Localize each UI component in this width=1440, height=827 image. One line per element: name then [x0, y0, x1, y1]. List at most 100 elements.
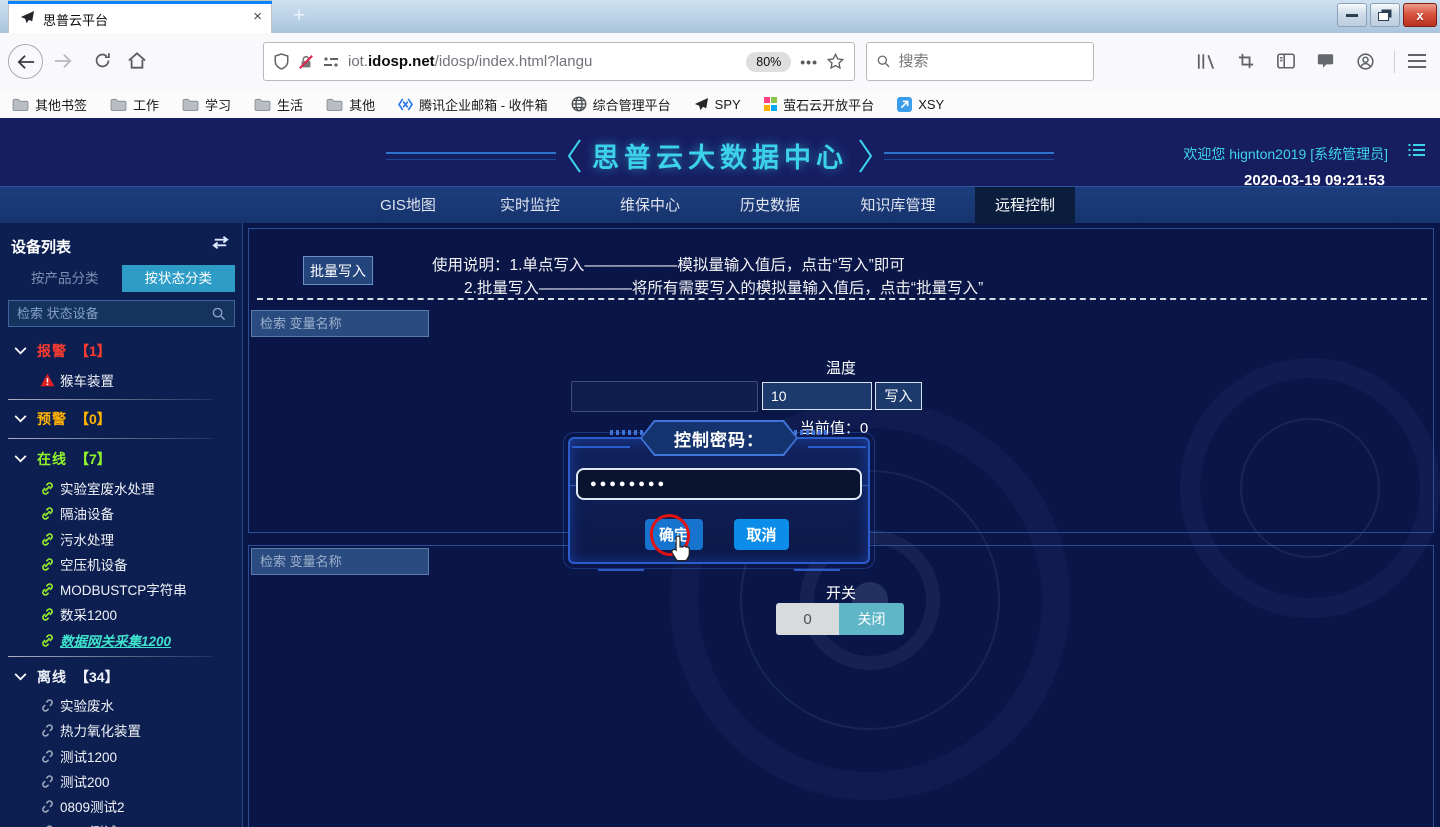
- minimize-button[interactable]: [1337, 3, 1367, 27]
- bookmark-star-icon[interactable]: [827, 53, 844, 70]
- group-warning[interactable]: 预警 【0】: [0, 409, 243, 429]
- switch-close-button[interactable]: 关闭: [839, 603, 904, 635]
- device-item-online[interactable]: 隔油设备: [0, 503, 243, 523]
- bookmark-folder-work[interactable]: 工作: [110, 95, 159, 114]
- url-text[interactable]: iot.idosp.net/idosp/index.html?langu: [348, 53, 737, 70]
- temperature-value-input[interactable]: [762, 382, 872, 410]
- chevron-down-icon: [14, 455, 27, 463]
- folder-icon: [110, 98, 127, 111]
- chevron-down-icon: [14, 347, 27, 355]
- device-item-offline[interactable]: 0909测试: [0, 821, 243, 827]
- nav-tab-gis[interactable]: GIS地图: [363, 187, 453, 224]
- tab-by-product[interactable]: 按产品分类: [8, 265, 122, 292]
- insecure-lock-icon[interactable]: [298, 54, 314, 70]
- nav-tab-knowledge[interactable]: 知识库管理: [845, 187, 951, 224]
- device-item-online[interactable]: MODBUSTCP字符串: [0, 579, 243, 599]
- nav-tab-realtime[interactable]: 实时监控: [485, 187, 575, 224]
- forward-button[interactable]: [54, 53, 72, 69]
- toolbar-divider: [1394, 51, 1395, 73]
- collapse-swap-icon[interactable]: [211, 235, 230, 255]
- group-alarm[interactable]: 报警 【1】: [0, 341, 243, 361]
- nav-tab-history[interactable]: 历史数据: [725, 187, 815, 224]
- home-button[interactable]: [128, 52, 146, 69]
- tab-by-status[interactable]: 按状态分类: [122, 265, 236, 292]
- restore-button[interactable]: [1370, 3, 1400, 27]
- device-item-online[interactable]: 数采1200: [0, 604, 243, 624]
- iot-page: 思普云大数据中心 欢迎您 hignton2019 [系统管理员] 2020-03…: [0, 118, 1440, 827]
- bookmark-xsy[interactable]: XSY: [897, 97, 944, 112]
- window-titlebar: 思普云平台 × + x: [0, 0, 1440, 33]
- new-tab-button[interactable]: +: [286, 2, 312, 30]
- variable-search-box[interactable]: [251, 548, 429, 575]
- messages-button[interactable]: [1317, 53, 1334, 74]
- active-tab-stripe: [8, 1, 272, 4]
- instructions-line2: 2.批量写入——————将所有需要写入的模拟量输入值后，点击“批量写入”: [464, 276, 983, 298]
- device-item-offline[interactable]: 实验废水: [0, 695, 243, 715]
- page-actions-icon[interactable]: •••: [800, 54, 818, 70]
- group-offline[interactable]: 离线 【34】: [0, 667, 243, 687]
- device-search-input[interactable]: [17, 306, 212, 321]
- modal-bottom-accent: [598, 569, 644, 571]
- device-item-online[interactable]: 污水处理: [0, 529, 243, 549]
- bookmark-folder-study[interactable]: 学习: [182, 95, 231, 114]
- nav-tab-remote-control[interactable]: 远程控制: [975, 187, 1075, 224]
- device-item-online[interactable]: 空压机设备: [0, 554, 243, 574]
- shield-icon[interactable]: [274, 53, 289, 70]
- bookmark-folder-misc[interactable]: 其他: [326, 95, 375, 114]
- menu-button[interactable]: [1408, 54, 1426, 68]
- link-icon: [40, 633, 56, 648]
- folder-icon: [12, 98, 29, 111]
- bookmark-folder-life[interactable]: 生活: [254, 95, 303, 114]
- switch-value: 0: [776, 603, 839, 635]
- variable-search-input[interactable]: [260, 316, 420, 331]
- folder-icon: [326, 98, 343, 111]
- modal-body: [568, 437, 870, 564]
- variable-search-box[interactable]: [251, 310, 429, 337]
- screenshot-button[interactable]: [1238, 53, 1254, 74]
- variable-name-field[interactable]: [571, 381, 758, 412]
- browser-search-bar[interactable]: [866, 42, 1094, 81]
- library-button[interactable]: [1197, 53, 1215, 75]
- back-icon: [17, 54, 35, 70]
- device-search-box[interactable]: [8, 300, 235, 327]
- device-item-online-selected[interactable]: 数据网关采集1200: [0, 630, 243, 650]
- sidebar-icon: [1277, 53, 1295, 69]
- url-bar[interactable]: iot.idosp.net/idosp/index.html?langu 80%…: [263, 42, 855, 81]
- bookmark-tencent-mail[interactable]: 腾讯企业邮箱 - 收件箱: [398, 95, 548, 114]
- account-icon: [1357, 53, 1374, 70]
- group-online[interactable]: 在线 【7】: [0, 449, 243, 469]
- reload-button[interactable]: [94, 52, 111, 69]
- batch-write-button[interactable]: 批量写入: [303, 256, 373, 285]
- device-item-online[interactable]: 实验室废水处理: [0, 478, 243, 498]
- tab-close-icon[interactable]: ×: [253, 8, 262, 25]
- bookmark-folder-other[interactable]: 其他书签: [12, 95, 87, 114]
- variable-search-input[interactable]: [260, 554, 420, 569]
- back-button[interactable]: [8, 44, 43, 79]
- device-item-offline[interactable]: 热力氧化装置: [0, 720, 243, 740]
- cancel-button[interactable]: 取消: [734, 519, 789, 550]
- nav-tab-maintenance[interactable]: 维保中心: [605, 187, 695, 224]
- search-input[interactable]: [898, 53, 1083, 70]
- sidebars-button[interactable]: [1277, 53, 1295, 74]
- user-menu-list-icon[interactable]: [1408, 143, 1426, 162]
- write-button[interactable]: 写入: [875, 382, 922, 410]
- account-button[interactable]: [1357, 53, 1374, 75]
- zoom-level-badge[interactable]: 80%: [746, 52, 791, 72]
- bookmark-mgmt-platform[interactable]: 综合管理平台: [571, 95, 671, 114]
- close-button[interactable]: x: [1403, 3, 1437, 27]
- plane-icon: [694, 97, 709, 112]
- bookmark-ezviz[interactable]: 萤石云开放平台: [764, 95, 875, 114]
- page-header: 思普云大数据中心 欢迎您 hignton2019 [系统管理员] 2020-03…: [0, 118, 1440, 186]
- deco-line-left: [386, 152, 556, 160]
- hand-cursor: [668, 534, 694, 569]
- broken-link-icon: [40, 749, 56, 764]
- device-item-offline[interactable]: 测试1200: [0, 746, 243, 766]
- device-item-offline[interactable]: 0809测试2: [0, 796, 243, 816]
- device-item-offline[interactable]: 测试200: [0, 771, 243, 791]
- sidebar-tabs: 按产品分类 按状态分类: [8, 265, 235, 292]
- bookmark-spy[interactable]: SPY: [694, 97, 741, 112]
- password-input[interactable]: ●●●●●●●●: [576, 468, 862, 500]
- browser-tab[interactable]: 思普云平台 ×: [8, 0, 272, 33]
- permissions-icon[interactable]: [323, 56, 339, 68]
- device-item-alarm[interactable]: 猴车装置: [0, 370, 243, 390]
